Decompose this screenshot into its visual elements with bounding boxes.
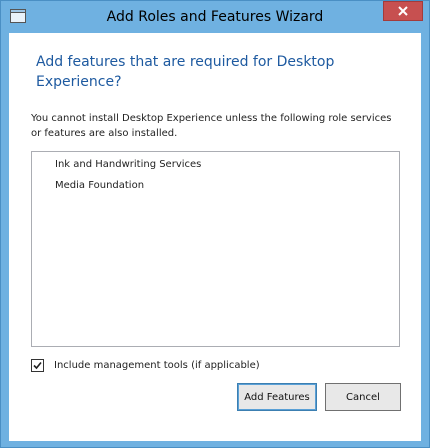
add-features-button[interactable]: Add Features xyxy=(237,383,317,411)
include-management-tools-label[interactable]: Include management tools (if applicable) xyxy=(54,360,260,371)
include-management-tools-row[interactable]: Include management tools (if applicable) xyxy=(31,358,260,372)
dialog-body: Add features that are required for Deskt… xyxy=(9,33,421,441)
dialog-heading: Add features that are required for Deskt… xyxy=(36,54,335,90)
required-features-list[interactable]: Ink and Handwriting Services Media Found… xyxy=(31,151,400,347)
list-item: Media Foundation xyxy=(55,180,145,191)
dialog-description: You cannot install Desktop Experience un… xyxy=(31,113,392,139)
close-icon xyxy=(398,6,408,16)
include-management-tools-checkbox[interactable] xyxy=(31,358,44,372)
cancel-button[interactable]: Cancel xyxy=(325,383,401,411)
wizard-window: Add Roles and Features Wizard Add featur… xyxy=(0,0,430,448)
window-title: Add Roles and Features Wizard xyxy=(106,9,324,25)
close-button[interactable] xyxy=(383,1,423,21)
checkmark-icon xyxy=(33,361,42,369)
title-bar[interactable]: Add Roles and Features Wizard xyxy=(1,1,429,33)
list-item: Ink and Handwriting Services xyxy=(55,159,202,170)
